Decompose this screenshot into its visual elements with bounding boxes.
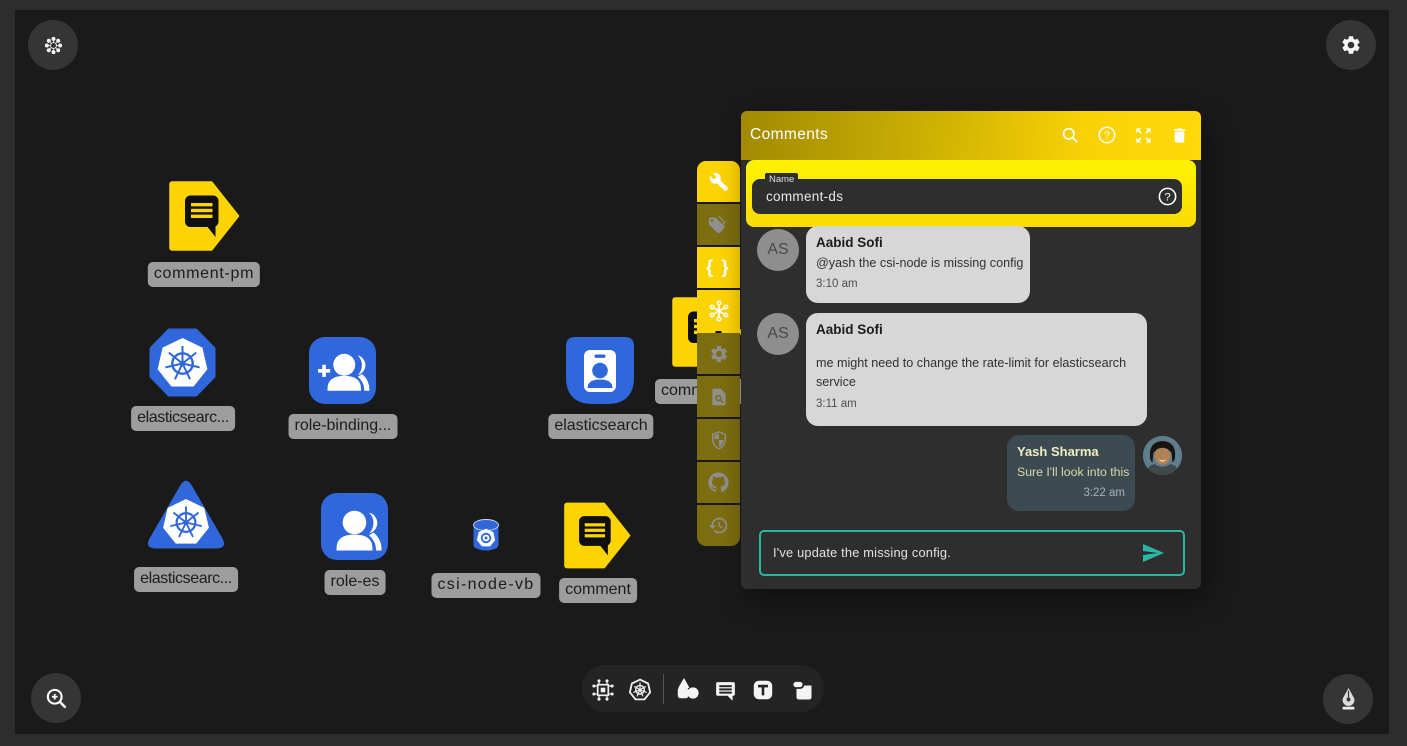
svg-text:?: ? <box>1164 191 1170 203</box>
svg-text:?: ? <box>1104 131 1110 142</box>
